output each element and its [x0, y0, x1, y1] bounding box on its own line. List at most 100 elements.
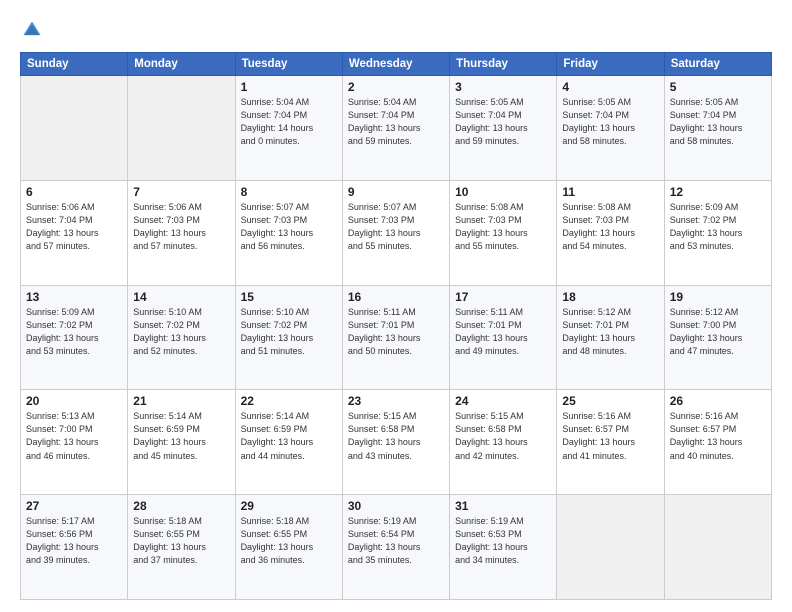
day-number: 5 [670, 80, 766, 94]
day-info: Sunrise: 5:05 AM Sunset: 7:04 PM Dayligh… [562, 96, 658, 148]
day-cell: 11Sunrise: 5:08 AM Sunset: 7:03 PM Dayli… [557, 180, 664, 285]
day-number: 1 [241, 80, 337, 94]
day-cell: 9 Sunrise: 5:07 AM Sunset: 7:03 PM Daylig… [342, 180, 449, 285]
day-number: 2 [348, 80, 444, 94]
day-number: 27 [26, 499, 122, 513]
week-row-4: 20 Sunrise: 5:13 AM Sunset: 7:00 PM Dayli… [21, 390, 772, 495]
logo [20, 18, 48, 42]
day-info: Sunrise: 5:18 AM Sunset: 6:55 PM Dayligh… [241, 515, 337, 567]
day-cell: 30 Sunrise: 5:19 AM Sunset: 6:54 PM Dayli… [342, 495, 449, 600]
day-info: Sunrise: 5:12 AM Sunset: 7:00 PM Dayligh… [670, 306, 766, 358]
weekday-header-tuesday: Tuesday [235, 53, 342, 76]
day-info: Sunrise: 5:17 AM Sunset: 6:56 PM Dayligh… [26, 515, 122, 567]
day-info: Sunrise: 5:07 AM Sunset: 7:03 PM Dayligh… [348, 201, 444, 253]
day-cell: 5 Sunrise: 5:05 AM Sunset: 7:04 PM Daylig… [664, 76, 771, 181]
day-number: 4 [562, 80, 658, 94]
day-number: 7 [133, 185, 229, 199]
header [20, 18, 772, 42]
day-cell: 8 Sunrise: 5:07 AM Sunset: 7:03 PM Daylig… [235, 180, 342, 285]
day-info: Sunrise: 5:07 AM Sunset: 7:03 PM Dayligh… [241, 201, 337, 253]
day-cell: 2Sunrise: 5:04 AM Sunset: 7:04 PM Daylig… [342, 76, 449, 181]
day-cell: 19 Sunrise: 5:12 AM Sunset: 7:00 PM Dayli… [664, 285, 771, 390]
calendar-header: SundayMondayTuesdayWednesdayThursdayFrid… [21, 53, 772, 76]
day-info: Sunrise: 5:10 AM Sunset: 7:02 PM Dayligh… [241, 306, 337, 358]
day-info: Sunrise: 5:04 AM Sunset: 7:04 PM Dayligh… [241, 96, 337, 148]
logo-icon [20, 18, 44, 42]
day-info: Sunrise: 5:05 AM Sunset: 7:04 PM Dayligh… [455, 96, 551, 148]
day-info: Sunrise: 5:11 AM Sunset: 7:01 PM Dayligh… [455, 306, 551, 358]
calendar-body: 1 Sunrise: 5:04 AM Sunset: 7:04 PM Daylig… [21, 76, 772, 600]
day-number: 26 [670, 394, 766, 408]
day-info: Sunrise: 5:19 AM Sunset: 6:53 PM Dayligh… [455, 515, 551, 567]
day-number: 29 [241, 499, 337, 513]
day-number: 8 [241, 185, 337, 199]
day-cell: 26 Sunrise: 5:16 AM Sunset: 6:57 PM Dayli… [664, 390, 771, 495]
day-info: Sunrise: 5:15 AM Sunset: 6:58 PM Dayligh… [455, 410, 551, 462]
day-cell: 13 Sunrise: 5:09 AM Sunset: 7:02 PM Dayli… [21, 285, 128, 390]
day-number: 21 [133, 394, 229, 408]
day-cell: 3 Sunrise: 5:05 AM Sunset: 7:04 PM Daylig… [450, 76, 557, 181]
day-info: Sunrise: 5:06 AM Sunset: 7:03 PM Dayligh… [133, 201, 229, 253]
day-number: 12 [670, 185, 766, 199]
day-cell: 17Sunrise: 5:11 AM Sunset: 7:01 PM Dayli… [450, 285, 557, 390]
weekday-header-sunday: Sunday [21, 53, 128, 76]
day-info: Sunrise: 5:10 AM Sunset: 7:02 PM Dayligh… [133, 306, 229, 358]
day-info: Sunrise: 5:12 AM Sunset: 7:01 PM Dayligh… [562, 306, 658, 358]
day-cell [664, 495, 771, 600]
day-cell: 31 Sunrise: 5:19 AM Sunset: 6:53 PM Dayli… [450, 495, 557, 600]
day-number: 31 [455, 499, 551, 513]
day-cell: 6Sunrise: 5:06 AM Sunset: 7:04 PM Daylig… [21, 180, 128, 285]
weekday-header-friday: Friday [557, 53, 664, 76]
day-number: 24 [455, 394, 551, 408]
day-info: Sunrise: 5:14 AM Sunset: 6:59 PM Dayligh… [133, 410, 229, 462]
day-number: 20 [26, 394, 122, 408]
day-info: Sunrise: 5:08 AM Sunset: 7:03 PM Dayligh… [455, 201, 551, 253]
day-info: Sunrise: 5:05 AM Sunset: 7:04 PM Dayligh… [670, 96, 766, 148]
day-number: 30 [348, 499, 444, 513]
day-cell: 22 Sunrise: 5:14 AM Sunset: 6:59 PM Dayli… [235, 390, 342, 495]
day-cell: 1 Sunrise: 5:04 AM Sunset: 7:04 PM Daylig… [235, 76, 342, 181]
day-cell: 16 Sunrise: 5:11 AM Sunset: 7:01 PM Dayli… [342, 285, 449, 390]
day-number: 11 [562, 185, 658, 199]
day-number: 3 [455, 80, 551, 94]
day-number: 16 [348, 290, 444, 304]
day-cell: 10 Sunrise: 5:08 AM Sunset: 7:03 PM Dayli… [450, 180, 557, 285]
week-row-2: 6Sunrise: 5:06 AM Sunset: 7:04 PM Daylig… [21, 180, 772, 285]
weekday-header-saturday: Saturday [664, 53, 771, 76]
weekday-row: SundayMondayTuesdayWednesdayThursdayFrid… [21, 53, 772, 76]
day-number: 22 [241, 394, 337, 408]
day-info: Sunrise: 5:16 AM Sunset: 6:57 PM Dayligh… [670, 410, 766, 462]
day-cell: 18 Sunrise: 5:12 AM Sunset: 7:01 PM Dayli… [557, 285, 664, 390]
day-cell: 20 Sunrise: 5:13 AM Sunset: 7:00 PM Dayli… [21, 390, 128, 495]
day-number: 9 [348, 185, 444, 199]
day-number: 18 [562, 290, 658, 304]
day-number: 14 [133, 290, 229, 304]
day-info: Sunrise: 5:11 AM Sunset: 7:01 PM Dayligh… [348, 306, 444, 358]
day-cell [557, 495, 664, 600]
day-number: 25 [562, 394, 658, 408]
day-number: 28 [133, 499, 229, 513]
day-cell: 15 Sunrise: 5:10 AM Sunset: 7:02 PM Dayli… [235, 285, 342, 390]
page: SundayMondayTuesdayWednesdayThursdayFrid… [0, 0, 792, 612]
day-info: Sunrise: 5:09 AM Sunset: 7:02 PM Dayligh… [670, 201, 766, 253]
day-info: Sunrise: 5:16 AM Sunset: 6:57 PM Dayligh… [562, 410, 658, 462]
day-cell: 29 Sunrise: 5:18 AM Sunset: 6:55 PM Dayli… [235, 495, 342, 600]
day-info: Sunrise: 5:13 AM Sunset: 7:00 PM Dayligh… [26, 410, 122, 462]
day-cell: 12 Sunrise: 5:09 AM Sunset: 7:02 PM Dayli… [664, 180, 771, 285]
day-number: 15 [241, 290, 337, 304]
day-number: 19 [670, 290, 766, 304]
day-cell: 27 Sunrise: 5:17 AM Sunset: 6:56 PM Dayli… [21, 495, 128, 600]
day-number: 13 [26, 290, 122, 304]
day-number: 6 [26, 185, 122, 199]
day-cell: 4 Sunrise: 5:05 AM Sunset: 7:04 PM Daylig… [557, 76, 664, 181]
weekday-header-wednesday: Wednesday [342, 53, 449, 76]
day-info: Sunrise: 5:09 AM Sunset: 7:02 PM Dayligh… [26, 306, 122, 358]
day-info: Sunrise: 5:14 AM Sunset: 6:59 PM Dayligh… [241, 410, 337, 462]
weekday-header-monday: Monday [128, 53, 235, 76]
week-row-5: 27 Sunrise: 5:17 AM Sunset: 6:56 PM Dayli… [21, 495, 772, 600]
day-number: 10 [455, 185, 551, 199]
day-info: Sunrise: 5:19 AM Sunset: 6:54 PM Dayligh… [348, 515, 444, 567]
day-info: Sunrise: 5:18 AM Sunset: 6:55 PM Dayligh… [133, 515, 229, 567]
day-info: Sunrise: 5:15 AM Sunset: 6:58 PM Dayligh… [348, 410, 444, 462]
week-row-3: 13 Sunrise: 5:09 AM Sunset: 7:02 PM Dayli… [21, 285, 772, 390]
